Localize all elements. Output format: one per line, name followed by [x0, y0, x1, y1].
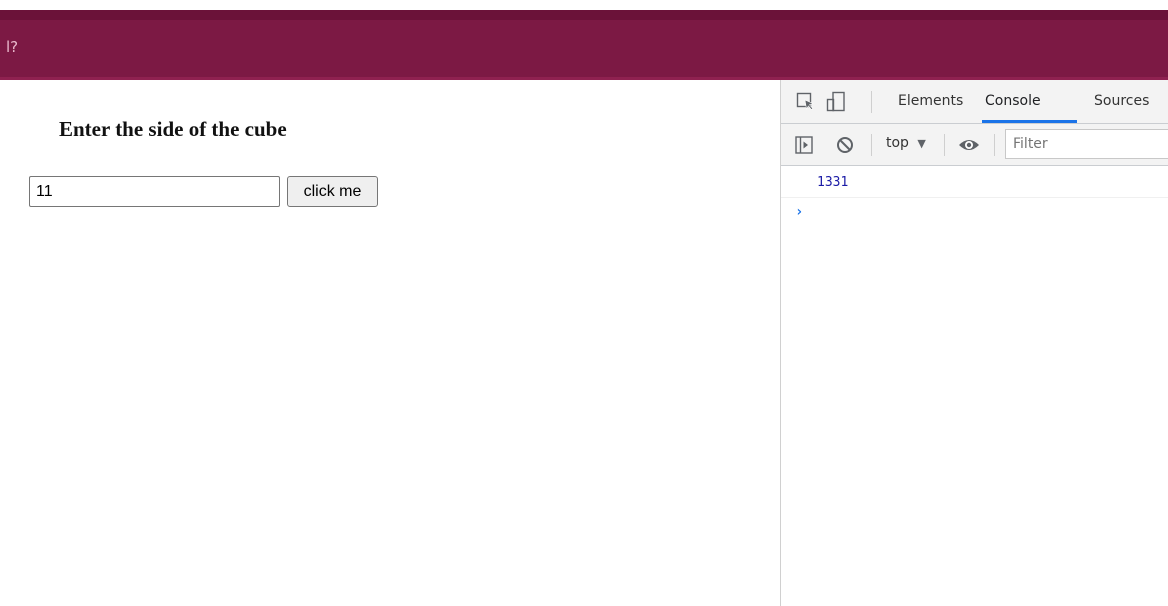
console-prompt-icon[interactable]: › [795, 204, 803, 220]
dropdown-arrow-icon: ▼ [917, 137, 926, 150]
window-top-strip [0, 0, 1168, 10]
toolbar-separator-3 [994, 134, 995, 156]
banner-text: l? [6, 38, 19, 56]
console-toolbar: top ▼ [781, 124, 1168, 166]
cube-side-input[interactable] [29, 176, 280, 207]
console-output-area: 1331 › [781, 166, 1168, 606]
inspect-element-icon[interactable] [796, 92, 816, 112]
console-filter-input[interactable] [1005, 129, 1168, 159]
device-toolbar-icon[interactable] [826, 91, 846, 113]
tab-elements[interactable]: Elements [898, 93, 963, 109]
console-log-value: 1331 [817, 175, 849, 190]
context-label: top [886, 135, 909, 151]
tab-sources[interactable]: Sources [1094, 93, 1149, 109]
toolbar-separator [871, 134, 872, 156]
active-tab-indicator [982, 120, 1077, 123]
site-banner: l? [0, 10, 1168, 80]
show-sidebar-icon[interactable] [795, 136, 813, 154]
devtools-panel: Elements Console Sources top ▼ Filter 13… [780, 80, 1168, 606]
tabbar-separator [871, 91, 872, 113]
toolbar-separator-2 [944, 134, 945, 156]
clear-console-icon[interactable] [836, 136, 854, 154]
console-log-row: 1331 [781, 166, 1168, 198]
page-content: Enter the side of the cube click me [0, 80, 780, 606]
tab-console[interactable]: Console [985, 93, 1041, 109]
page-heading: Enter the side of the cube [59, 117, 287, 141]
context-selector[interactable]: top ▼ [886, 135, 926, 151]
click-me-button[interactable]: click me [287, 176, 378, 207]
live-expression-eye-icon[interactable] [958, 137, 980, 153]
devtools-tabbar: Elements Console Sources [781, 80, 1168, 124]
